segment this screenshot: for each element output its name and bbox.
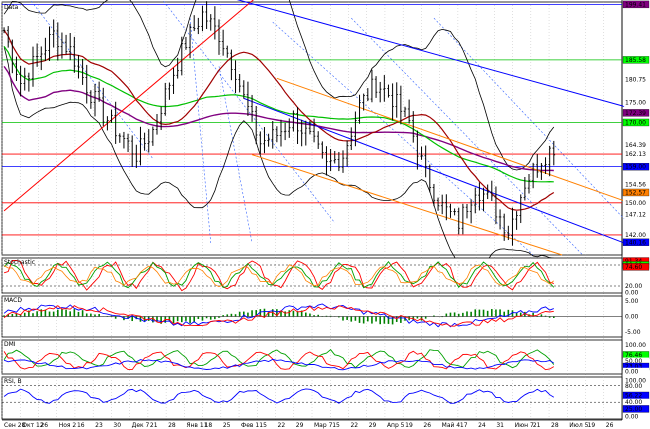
x-tick-label: 23 [95, 422, 103, 429]
x-axis: Сен 28Окт 1226 Ноя 2 16 23 30 Дек 7 21 28 Янв 11… [2, 419, 622, 429]
axis-value-label: 5.00 [625, 298, 639, 305]
x-tick-label: Июл 5 [569, 422, 588, 429]
indicator-title: RSI, B [4, 378, 22, 385]
axis-value-label: 180.75 [625, 76, 646, 83]
axis-value-label: 154.56 [625, 181, 646, 188]
x-tick-label: 17 [460, 422, 468, 429]
axis-value-label: 164.39 [625, 142, 646, 149]
x-tick-label: Дек 7 [132, 422, 150, 429]
axis-value-label: 159.00 [625, 164, 646, 171]
x-tick-label: Июн 7 [515, 422, 534, 429]
x-tick-label: 31 [496, 422, 504, 429]
axis-value-label: 162.13 [625, 151, 646, 158]
x-tick-label: Апр 5 [387, 422, 405, 429]
indicator-frame [1, 257, 623, 294]
axis-value-label: 74.60 [625, 264, 642, 271]
x-tick-label: 21 [150, 422, 158, 429]
axis-value-label: -5.00 [625, 329, 641, 336]
x-tick-label: 15 [332, 422, 340, 429]
main-panel-title: Data [4, 4, 19, 11]
x-tick-label: 22 [278, 422, 286, 429]
x-tick-label: 19 [588, 422, 596, 429]
x-tick-label: 24 [478, 422, 486, 429]
axis-value-label: 100.00 [625, 342, 646, 349]
stock-chart: Data StochasticMACDDMIRSI, B Сен 28Окт 1… [1, 0, 650, 429]
x-tick-label: 25 [223, 422, 231, 429]
axis-value-label: 140.16 [625, 239, 646, 246]
right-axis-labels: 91.3480.0074.6020.000.005.000.00-5.00100… [622, 0, 650, 420]
axis-value-label: 80.00 [625, 383, 642, 390]
axis-value-label: 147.12 [625, 211, 646, 218]
axis-value-label: 152.57 [625, 189, 646, 196]
axis-value-label: 25.00 [625, 406, 642, 413]
x-tick-label: Ноя 2 [59, 422, 77, 429]
axis-value-label: 185.58 [625, 57, 646, 64]
x-tick-label: 16 [77, 422, 85, 429]
x-tick-label: Мар 7 [314, 422, 333, 429]
x-tick-label: 26 [40, 422, 48, 429]
axis-value-label: 172.39 [625, 110, 646, 117]
x-tick-label: 29 [296, 422, 304, 429]
axis-value-label: 199.41 [625, 1, 646, 8]
x-tick-label: 28 [551, 422, 559, 429]
axis-value-label: 150.00 [625, 200, 646, 207]
x-tick-label: 21 [533, 422, 541, 429]
x-tick-label: 26 [423, 422, 431, 429]
x-tick-label: 28 [168, 422, 176, 429]
indicator-title: Stochastic [4, 259, 35, 266]
indicator-title: MACD [4, 297, 22, 304]
x-tick-label: 26 [606, 422, 614, 429]
x-tick-label: 29 [369, 422, 377, 429]
axis-value-label: 170.00 [625, 119, 646, 126]
x-tick-label: Фев 1 [241, 422, 259, 429]
indicator-title: DMI [4, 341, 16, 348]
axis-value-label: 0.00 [625, 368, 639, 375]
x-tick-label: 18 [205, 422, 213, 429]
axis-value-label: 142.00 [625, 232, 646, 239]
axis-value-label: 0.00 [625, 413, 639, 420]
x-tick-label: 19 [405, 422, 413, 429]
axis-value-label: 0.00 [625, 289, 639, 296]
x-tick-label: 15 [259, 422, 267, 429]
x-tick-label: Май 4 [442, 422, 461, 429]
axis-value-label: 175.00 [625, 99, 646, 106]
x-tick-label: 30 [113, 422, 121, 429]
x-tick-label: 22 [350, 422, 358, 429]
axis-value-label: 0.00 [625, 314, 639, 321]
